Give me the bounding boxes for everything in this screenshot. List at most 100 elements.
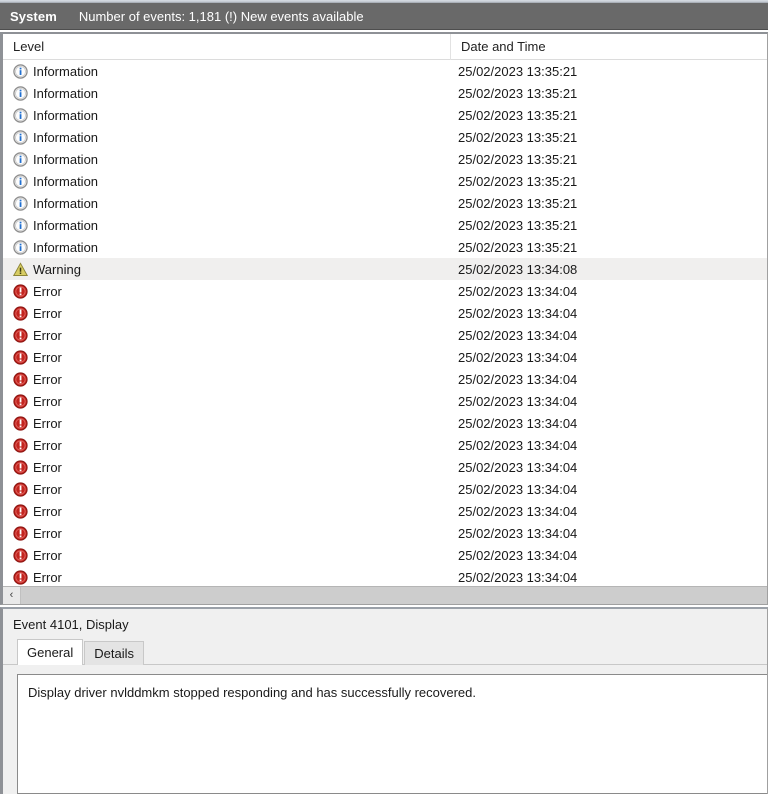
event-row-level-cell: Error	[3, 548, 450, 563]
event-row[interactable]: Error25/02/2023 13:34:04	[3, 390, 767, 412]
event-row[interactable]: Error 25/02/2023 13:34:04	[3, 412, 767, 434]
event-row-level-cell: Information	[3, 174, 450, 189]
log-name-label: System	[10, 9, 57, 24]
event-row-level-label: Information	[33, 174, 98, 189]
event-row[interactable]: Warning25/02/2023 13:34:08	[3, 258, 767, 280]
event-row[interactable]: Information 25/02/2023 13:35:21	[3, 126, 767, 148]
event-row[interactable]: Information 25/02/2023 13:35:21	[3, 236, 767, 258]
error-icon	[13, 306, 28, 321]
event-message-box[interactable]: Display driver nvlddmkm stopped respondi…	[17, 674, 767, 794]
event-row[interactable]: Error25/02/2023 13:34:04	[3, 478, 767, 500]
event-row-level-label: Information	[33, 240, 98, 255]
information-icon	[13, 240, 28, 255]
error-icon	[13, 438, 28, 453]
column-header-level[interactable]: Level	[3, 34, 450, 60]
event-row[interactable]: Information25/02/2023 13:35:21	[3, 214, 767, 236]
event-row-level-label: Error	[33, 526, 62, 541]
event-row[interactable]: Error 25/02/2023 13:34:04	[3, 434, 767, 456]
event-row-date-cell: 25/02/2023 13:34:04	[450, 504, 767, 519]
event-row-date-cell: 25/02/2023 13:35:21	[450, 240, 767, 255]
event-row[interactable]: Error 25/02/2023 13:34:04	[3, 522, 767, 544]
event-row-date-cell: 25/02/2023 13:34:04	[450, 328, 767, 343]
event-row-date-cell: 25/02/2023 13:34:04	[450, 372, 767, 387]
event-row-level-label: Warning	[33, 262, 81, 277]
event-row[interactable]: Information25/02/2023 13:35:21	[3, 60, 767, 82]
event-row-level-label: Information	[33, 218, 98, 233]
event-row-level-label: Error	[33, 460, 62, 475]
event-row[interactable]: Error25/02/2023 13:34:04	[3, 324, 767, 346]
error-icon	[13, 350, 28, 365]
scrollbar-track[interactable]	[21, 587, 767, 604]
event-row-level-cell: Information	[3, 86, 450, 101]
event-row-level-label: Information	[33, 108, 98, 123]
error-icon	[13, 284, 28, 299]
event-row-level-label: Information	[33, 196, 98, 211]
event-row-level-label: Information	[33, 86, 98, 101]
tab-details-label: Details	[94, 646, 134, 661]
error-icon	[13, 570, 28, 585]
event-count-status-label: Number of events: 1,181 (!) New events a…	[79, 9, 364, 24]
event-row[interactable]: Error25/02/2023 13:34:04	[3, 566, 767, 586]
column-header-date[interactable]: Date and Time	[450, 34, 767, 60]
log-header-bar: System Number of events: 1,181 (!) New e…	[0, 3, 768, 30]
event-row-level-cell: Error	[3, 526, 450, 541]
tab-details[interactable]: Details	[84, 641, 144, 665]
event-row[interactable]: Information 25/02/2023 13:35:21	[3, 192, 767, 214]
event-row[interactable]: Error25/02/2023 13:34:04	[3, 346, 767, 368]
event-row[interactable]: Error 25/02/2023 13:34:04	[3, 500, 767, 522]
event-row-date-cell: 25/02/2023 13:35:21	[450, 174, 767, 189]
event-row-level-cell: Information	[3, 218, 450, 233]
event-row-date-cell: 25/02/2023 13:34:04	[450, 460, 767, 475]
event-row-date-cell: 25/02/2023 13:34:04	[450, 526, 767, 541]
event-row-level-label: Error	[33, 504, 62, 519]
event-row-level-label: Error	[33, 438, 62, 453]
scroll-left-arrow-icon[interactable]: ‹	[3, 587, 21, 604]
event-row[interactable]: Error25/02/2023 13:34:04	[3, 368, 767, 390]
event-row-level-cell: Information	[3, 196, 450, 211]
tab-general[interactable]: General	[17, 639, 83, 665]
event-row-level-cell: Error	[3, 504, 450, 519]
event-row[interactable]: Information 25/02/2023 13:35:21	[3, 82, 767, 104]
detail-body: Display driver nvlddmkm stopped respondi…	[3, 665, 767, 794]
event-row-level-cell: Error	[3, 284, 450, 299]
information-icon	[13, 130, 28, 145]
warning-icon	[13, 262, 28, 277]
event-row-level-label: Error	[33, 548, 62, 563]
error-icon	[13, 548, 28, 563]
event-row-level-label: Error	[33, 570, 62, 585]
event-row-date-cell: 25/02/2023 13:34:04	[450, 548, 767, 563]
event-row-level-cell: Information	[3, 240, 450, 255]
error-icon	[13, 372, 28, 387]
error-icon	[13, 416, 28, 431]
event-row-level-label: Error	[33, 416, 62, 431]
event-row-level-label: Information	[33, 130, 98, 145]
event-row-level-label: Error	[33, 284, 62, 299]
event-row-date-cell: 25/02/2023 13:34:04	[450, 438, 767, 453]
event-row-date-cell: 25/02/2023 13:34:04	[450, 482, 767, 497]
error-icon	[13, 394, 28, 409]
event-row-level-cell: Error	[3, 394, 450, 409]
event-row-date-cell: 25/02/2023 13:35:21	[450, 196, 767, 211]
event-row[interactable]: Information 25/02/2023 13:35:21	[3, 170, 767, 192]
event-row[interactable]: Information25/02/2023 13:35:21	[3, 104, 767, 126]
column-header-row: Level Date and Time	[3, 34, 767, 60]
event-row-level-label: Information	[33, 152, 98, 167]
event-row-date-cell: 25/02/2023 13:35:21	[450, 86, 767, 101]
event-row[interactable]: Error25/02/2023 13:34:04	[3, 280, 767, 302]
column-header-date-label: Date and Time	[461, 39, 546, 54]
event-row[interactable]: Error25/02/2023 13:34:04	[3, 302, 767, 324]
event-viewer-pane: System Number of events: 1,181 (!) New e…	[0, 0, 768, 794]
event-row-date-cell: 25/02/2023 13:35:21	[450, 130, 767, 145]
horizontal-scrollbar[interactable]: ‹	[3, 586, 767, 604]
error-icon	[13, 328, 28, 343]
column-header-level-label: Level	[13, 39, 44, 54]
information-icon	[13, 64, 28, 79]
event-row[interactable]: Error 25/02/2023 13:34:04	[3, 544, 767, 566]
event-row-level-cell: Error	[3, 570, 450, 585]
event-row-date-cell: 25/02/2023 13:34:04	[450, 416, 767, 431]
event-row[interactable]: Information25/02/2023 13:35:21	[3, 148, 767, 170]
event-row[interactable]: Error 25/02/2023 13:34:04	[3, 456, 767, 478]
event-row-level-label: Error	[33, 306, 62, 321]
detail-tabstrip: General Details	[3, 639, 767, 665]
event-row-level-cell: Error	[3, 350, 450, 365]
